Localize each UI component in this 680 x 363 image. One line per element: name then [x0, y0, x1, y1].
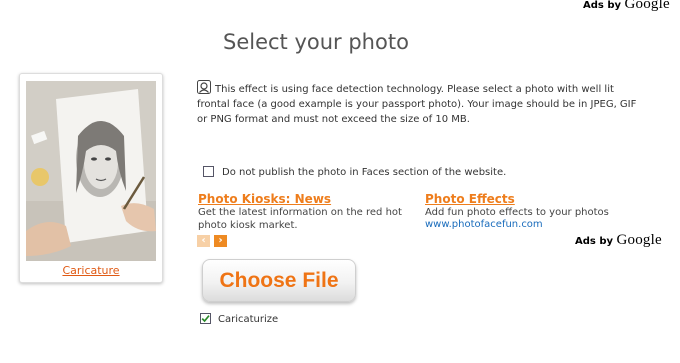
ad-link-photo-kiosks[interactable]: Photo Kiosks: News	[198, 192, 331, 206]
caricature-link[interactable]: Caricature	[20, 264, 162, 277]
ad-link-photo-effects[interactable]: Photo Effects	[425, 192, 515, 206]
ads-prev-button[interactable]: ‹	[197, 235, 210, 247]
sketch-photo-illustration	[26, 81, 156, 261]
choose-file-label: Choose File	[219, 269, 339, 292]
ads-by-google-top[interactable]: Ads by Google	[583, 0, 670, 13]
caricaturize-checkbox[interactable]	[200, 313, 211, 324]
page-title: Select your photo	[223, 30, 409, 54]
checkmark-icon	[201, 315, 210, 323]
caricature-preview-image[interactable]	[26, 81, 156, 261]
ads-by-label: Ads by	[575, 236, 617, 247]
effect-preview-card: Caricature	[19, 73, 163, 283]
publish-checkbox-label[interactable]: Do not publish the photo in Faces sectio…	[222, 167, 506, 178]
choose-file-button[interactable]: Choose File	[202, 259, 356, 302]
upload-instructions: This effect is using face detection tech…	[197, 84, 637, 125]
ad-url-photo-effects[interactable]: www.photofacefun.com	[425, 219, 543, 230]
caricaturize-label[interactable]: Caricaturize	[218, 314, 278, 325]
ads-by-label: Ads by	[583, 0, 625, 11]
ad-description-photo-kiosks: Get the latest information on the red ho…	[198, 207, 402, 231]
ads-next-button[interactable]: ›	[214, 235, 227, 247]
publish-checkbox[interactable]	[203, 166, 214, 177]
google-logo: Google	[616, 232, 662, 248]
google-logo: Google	[624, 0, 670, 12]
ads-by-google-mid[interactable]: Ads by Google	[575, 232, 662, 249]
ad-description-photo-effects: Add fun photo effects to your photos	[425, 207, 609, 218]
